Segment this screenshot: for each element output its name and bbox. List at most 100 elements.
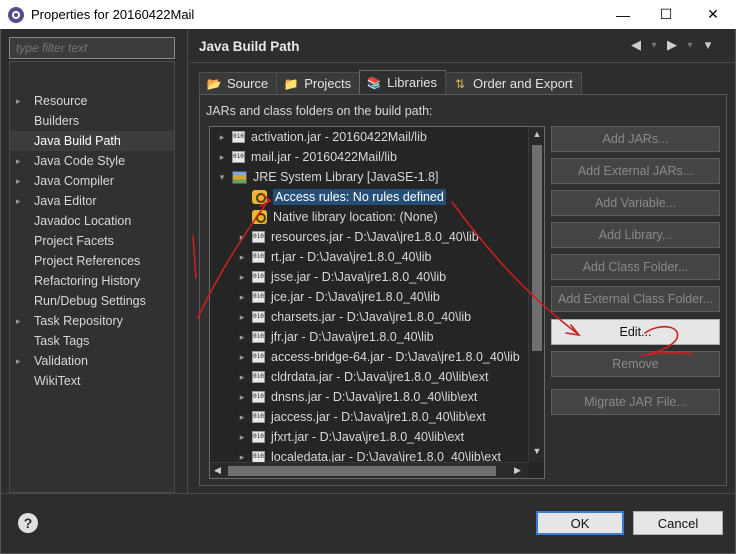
nav-item-label: WikiText — [34, 374, 81, 388]
tree-toggle-icon[interactable]: ▸ — [236, 452, 248, 463]
add-class-folder-button[interactable]: Add Class Folder... — [551, 254, 720, 280]
nav-item-label: Refactoring History — [34, 274, 141, 288]
nav-item-resource[interactable]: ▸ Resource — [10, 91, 174, 111]
tree-node-jar[interactable]: ▸ 010 activation.jar - 20160422Mail/lib — [216, 127, 427, 147]
tree-toggle-icon[interactable]: ▸ — [236, 352, 248, 363]
nav-item-java-compiler[interactable]: ▸ Java Compiler — [10, 171, 174, 191]
nav-item-refactoring-history[interactable]: Refactoring History — [10, 271, 174, 291]
tree-node-jar[interactable]: ▸ 010 dnsns.jar - D:\Java\jre1.8.0_40\lib\… — [236, 387, 478, 407]
expand-arrow-icon[interactable]: ▸ — [16, 96, 26, 107]
nav-item-task-repository[interactable]: ▸ Task Repository — [10, 311, 174, 331]
edit-button[interactable]: Edit... — [551, 319, 720, 345]
filter-input[interactable] — [9, 37, 175, 59]
horizontal-scroll-thumb[interactable] — [228, 466, 496, 476]
tab-libraries[interactable]: 📚 Libraries — [359, 70, 447, 94]
tree-node-jar[interactable]: ▸ 010 jaccess.jar - D:\Java\jre1.8.0_40\li… — [236, 407, 486, 427]
tab-label: Projects — [304, 76, 352, 91]
nav-item-java-build-path[interactable]: Java Build Path — [10, 131, 174, 151]
tree-node-jar[interactable]: ▸ 010 jsse.jar - D:\Java\jre1.8.0_40\lib — [236, 267, 446, 287]
tree-toggle-icon[interactable]: ▸ — [236, 312, 248, 323]
scroll-right-icon[interactable]: ▶ — [514, 465, 521, 476]
tab-order-and-export[interactable]: ⇅ Order and Export — [445, 72, 582, 94]
expand-arrow-icon[interactable]: ▸ — [16, 156, 26, 167]
tree-node-attribute[interactable]: Access rules: No rules defined — [236, 187, 446, 207]
nav-item-task-tags[interactable]: Task Tags — [10, 331, 174, 351]
nav-item-java-code-style[interactable]: ▸ Java Code Style — [10, 151, 174, 171]
tree-toggle-icon[interactable]: ▸ — [236, 292, 248, 303]
tree-node-jar[interactable]: ▸ 010 mail.jar - 20160422Mail/lib — [216, 147, 397, 167]
tree-toggle-icon[interactable]: ▸ — [216, 152, 228, 163]
tree-node-jar[interactable]: ▸ 010 cldrdata.jar - D:\Java\jre1.8.0_40\l… — [236, 367, 489, 387]
scroll-up-icon[interactable]: ▲ — [532, 129, 542, 139]
back-menu-chevron-icon[interactable]: ▾ — [647, 40, 661, 51]
expand-arrow-icon[interactable]: ▸ — [16, 176, 26, 187]
add-variable-button[interactable]: Add Variable... — [551, 190, 720, 216]
scroll-left-icon[interactable]: ◀ — [214, 465, 221, 476]
close-button[interactable]: ✕ — [690, 0, 736, 29]
tree-node-jar[interactable]: ▸ 010 charsets.jar - D:\Java\jre1.8.0_40\l… — [236, 307, 471, 327]
nav-item-builders[interactable]: Builders — [10, 111, 174, 131]
nav-item-label: Builders — [34, 114, 80, 128]
libraries-tab-panel: JARs and class folders on the build path… — [199, 94, 727, 486]
tree-node-jre-library[interactable]: ▾ JRE System Library [JavaSE-1.8] — [216, 167, 439, 187]
tree-toggle-icon[interactable]: ▸ — [216, 132, 228, 143]
tree-node-jar[interactable]: ▸ 010 jce.jar - D:\Java\jre1.8.0_40\lib — [236, 287, 440, 307]
nav-item-project-facets[interactable]: Project Facets — [10, 231, 174, 251]
tree-node-label: cldrdata.jar - D:\Java\jre1.8.0_40\lib\e… — [271, 370, 489, 384]
nav-item-label: Java Editor — [34, 194, 97, 208]
remove-button[interactable]: Remove — [551, 351, 720, 377]
tree-toggle-icon[interactable]: ▸ — [236, 232, 248, 243]
tree-node-jar[interactable]: ▸ 010 jfxrt.jar - D:\Java\jre1.8.0_40\lib\… — [236, 427, 464, 447]
tree-node-jar[interactable]: ▸ 010 access-bridge-64.jar - D:\Java\jre1.… — [236, 347, 520, 367]
help-icon[interactable]: ? — [18, 513, 38, 533]
tab-projects[interactable]: 📁 Projects — [276, 72, 361, 94]
nav-item-run-debug-settings[interactable]: Run/Debug Settings — [10, 291, 174, 311]
expand-arrow-icon[interactable]: ▸ — [16, 356, 26, 367]
forward-menu-chevron-icon[interactable]: ▾ — [683, 40, 697, 51]
nav-item-wikitext[interactable]: WikiText — [10, 371, 174, 391]
expand-arrow-icon[interactable]: ▸ — [16, 196, 26, 207]
tree-node-jar[interactable]: ▸ 010 jfr.jar - D:\Java\jre1.8.0_40\lib — [236, 327, 434, 347]
scroll-down-icon[interactable]: ▼ — [532, 446, 542, 456]
nav-item-java-editor[interactable]: ▸ Java Editor — [10, 191, 174, 211]
back-arrow-icon[interactable]: ◀ — [629, 37, 643, 53]
nav-item-javadoc-location[interactable]: Javadoc Location — [10, 211, 174, 231]
panel-label: JARs and class folders on the build path… — [206, 104, 433, 118]
tree-node-jar[interactable]: ▸ 010 resources.jar - D:\Java\jre1.8.0_40\… — [236, 227, 479, 247]
tree-toggle-icon[interactable]: ▸ — [236, 392, 248, 403]
libraries-tree[interactable]: ▸ 010 localedata.jar - D:\Java\jre1.8.0_40… — [209, 126, 545, 479]
add-library-button[interactable]: Add Library... — [551, 222, 720, 248]
nav-item-label: Javadoc Location — [34, 214, 132, 228]
add-external-class-folder-button[interactable]: Add External Class Folder... — [551, 286, 720, 312]
tab-source[interactable]: 📂 Source — [199, 72, 278, 94]
nav-item-validation[interactable]: ▸ Validation — [10, 351, 174, 371]
minimize-button[interactable]: — — [600, 0, 646, 29]
tree-toggle-icon[interactable]: ▸ — [236, 412, 248, 423]
tree-toggle-icon[interactable]: ▸ — [236, 432, 248, 443]
tree-node-label: JRE System Library [JavaSE-1.8] — [253, 170, 439, 184]
source-folder-icon: 📂 — [206, 76, 222, 91]
forward-arrow-icon[interactable]: ▶ — [665, 37, 679, 53]
add-external-jars-button[interactable]: Add External JARs... — [551, 158, 720, 184]
tree-node-label: jfr.jar - D:\Java\jre1.8.0_40\lib — [271, 330, 434, 344]
tree-toggle-icon[interactable]: ▸ — [236, 252, 248, 263]
tree-node-attribute[interactable]: Native library location: (None) — [236, 207, 438, 227]
vertical-scrollbar[interactable]: ▲ ▼ — [528, 127, 544, 462]
tree-node-jar[interactable]: ▸ 010 rt.jar - D:\Java\jre1.8.0_40\lib — [236, 247, 432, 267]
sash-divider[interactable] — [187, 29, 188, 493]
tree-toggle-icon[interactable]: ▸ — [236, 332, 248, 343]
cancel-button[interactable]: Cancel — [633, 511, 723, 535]
vertical-scroll-thumb[interactable] — [532, 145, 542, 351]
expand-arrow-icon[interactable]: ▸ — [16, 316, 26, 327]
maximize-button[interactable]: ☐ — [643, 0, 689, 29]
add-jars-button[interactable]: Add JARs... — [551, 126, 720, 152]
ok-button[interactable]: OK — [536, 511, 624, 535]
nav-item-project-references[interactable]: Project References — [10, 251, 174, 271]
tree-toggle-icon[interactable]: ▾ — [216, 172, 228, 183]
jar-file-icon: 010 — [252, 311, 265, 323]
view-menu-chevron-icon[interactable]: ▾ — [701, 37, 715, 53]
tree-toggle-icon[interactable]: ▸ — [236, 272, 248, 283]
horizontal-scrollbar[interactable]: ◀ ▶ — [210, 462, 528, 478]
tree-toggle-icon[interactable]: ▸ — [236, 372, 248, 383]
migrate-jar-file-button[interactable]: Migrate JAR File... — [551, 389, 720, 415]
